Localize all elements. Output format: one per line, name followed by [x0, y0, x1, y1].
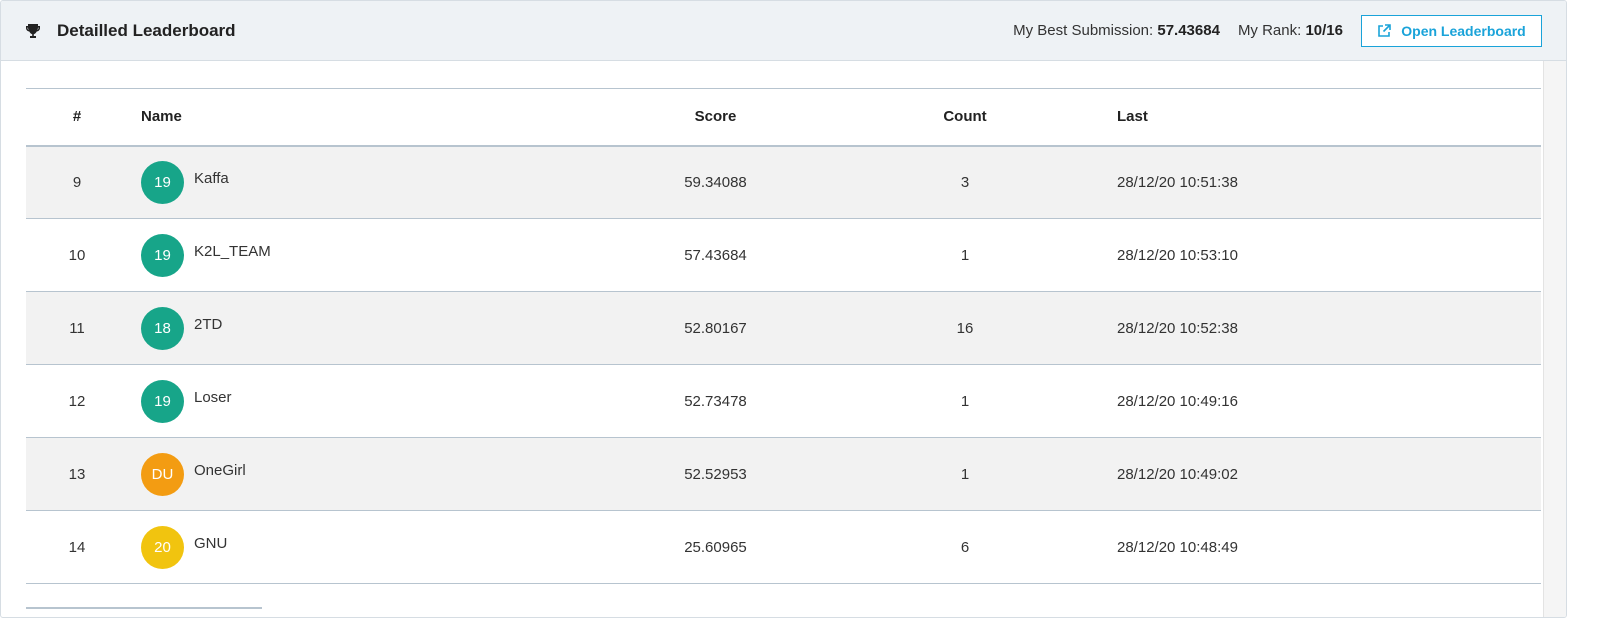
- row-last: 28/12/20 10:49:16: [1117, 392, 1238, 410]
- my-rank: My Rank: 10/16: [1238, 22, 1343, 39]
- row-count: 1: [960, 392, 970, 410]
- avatar: 19: [141, 379, 184, 423]
- panel-header: Detailled Leaderboard My Best Submission…: [1, 1, 1566, 61]
- table-row[interactable]: 13 DU OneGirl 52.52953 1 28/12/20 10:49:02: [26, 437, 1541, 511]
- table-row[interactable]: 9 19 Kaffa 59.34088 3 28/12/20 10:51:38: [26, 145, 1541, 219]
- table-row[interactable]: 12 19 Loser 52.73478 1 28/12/20 10:49:16: [26, 365, 1541, 438]
- column-header-name[interactable]: Name: [128, 89, 562, 146]
- row-name-cell: 20 GNU: [128, 511, 562, 584]
- row-rank: 9: [72, 173, 82, 191]
- row-count: 1: [960, 465, 970, 483]
- avatar: 19: [141, 160, 184, 204]
- row-score: 59.34088: [684, 173, 747, 191]
- scrollbar[interactable]: [1543, 61, 1566, 617]
- leaderboard-panel: Detailled Leaderboard My Best Submission…: [0, 0, 1567, 618]
- avatar: 18: [141, 306, 184, 350]
- table-row[interactable]: 14 20 GNU 25.60965 6 28/12/20 10:48:49: [26, 511, 1541, 584]
- row-last: 28/12/20 10:51:38: [1117, 173, 1238, 191]
- team-name: Kaffa: [194, 169, 229, 187]
- table-header-row: # Name Score Count Last: [26, 88, 1541, 146]
- table-row[interactable]: 10 19 K2L_TEAM 57.43684 1 28/12/20 10:53:10: [26, 219, 1541, 292]
- row-rank: 11: [69, 319, 85, 337]
- row-last: 28/12/20 10:48:49: [1117, 538, 1238, 556]
- row-count: 16: [956, 319, 974, 337]
- team-name: OneGirl: [194, 461, 246, 479]
- column-header-score[interactable]: Score: [562, 89, 869, 146]
- team-name: GNU: [194, 534, 228, 552]
- row-name-cell: 19 Kaffa: [128, 146, 562, 219]
- row-rank: 10: [68, 246, 86, 264]
- team-name: 2TD: [194, 315, 223, 333]
- external-link-icon: [1377, 23, 1392, 38]
- row-rank: 12: [68, 392, 86, 410]
- row-rank: 13: [68, 465, 86, 483]
- table-row[interactable]: 11 18 2TD 52.80167 16 28/12/20 10:52:38: [26, 291, 1541, 365]
- horizontal-scrollbar[interactable]: [26, 607, 262, 609]
- avatar: 19: [141, 233, 184, 277]
- row-count: 6: [960, 538, 970, 556]
- avatar: DU: [141, 452, 184, 496]
- trophy-icon: [25, 22, 43, 40]
- row-score: 52.52953: [684, 465, 747, 483]
- best-submission-label: My Best Submission:: [1013, 22, 1158, 39]
- row-count: 3: [960, 173, 970, 191]
- row-name-cell: 19 Loser: [128, 365, 562, 438]
- row-score: 25.60965: [684, 538, 747, 556]
- row-score: 52.80167: [684, 319, 747, 337]
- row-last: 28/12/20 10:49:02: [1117, 465, 1238, 483]
- my-rank-value: 10/16: [1305, 22, 1343, 39]
- best-submission-value: 57.43684: [1157, 22, 1220, 39]
- row-name-cell: 18 2TD: [128, 292, 562, 365]
- row-last: 28/12/20 10:52:38: [1117, 319, 1238, 337]
- column-header-last[interactable]: Last: [1061, 89, 1541, 146]
- row-score: 57.43684: [684, 246, 747, 264]
- row-name-cell: DU OneGirl: [128, 438, 562, 511]
- avatar: 20: [141, 525, 184, 569]
- my-rank-label: My Rank:: [1237, 22, 1306, 39]
- leaderboard-table: # Name Score Count Last 9 19 Kaffa 59.34088…: [26, 88, 1541, 584]
- team-name: K2L_TEAM: [194, 242, 271, 260]
- row-name-cell: 19 K2L_TEAM: [128, 219, 562, 292]
- team-name: Loser: [194, 388, 232, 406]
- row-last: 28/12/20 10:53:10: [1117, 246, 1238, 264]
- open-leaderboard-label: Open Leaderboard: [1401, 22, 1526, 39]
- open-leaderboard-button[interactable]: Open Leaderboard: [1361, 14, 1542, 47]
- row-count: 1: [960, 246, 970, 264]
- row-score: 52.73478: [684, 392, 747, 410]
- column-header-rank[interactable]: #: [26, 89, 128, 146]
- column-header-count[interactable]: Count: [869, 89, 1061, 146]
- row-rank: 14: [68, 538, 86, 556]
- best-submission: My Best Submission: 57.43684: [1013, 22, 1220, 39]
- page-title: Detailled Leaderboard: [57, 20, 236, 40]
